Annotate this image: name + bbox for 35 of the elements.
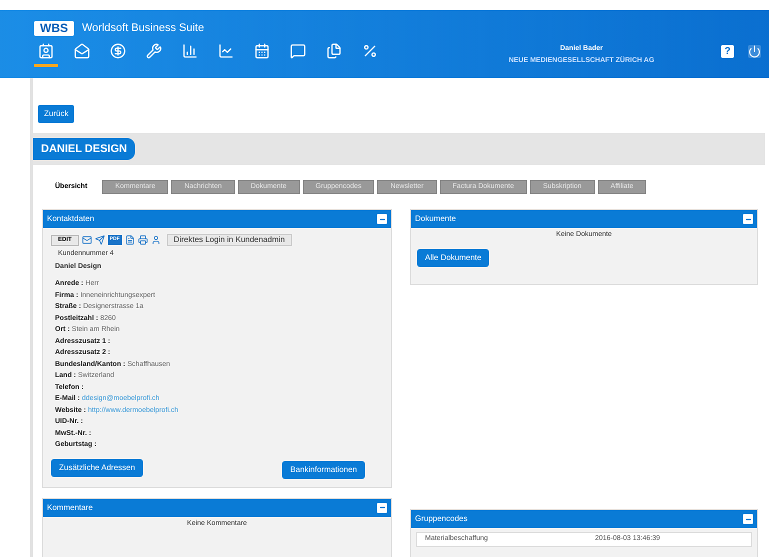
line-chart-icon	[218, 42, 234, 58]
bank-info-button[interactable]: Bankinformationen	[282, 460, 365, 478]
envelope-icon	[74, 42, 90, 58]
contact-card-icon	[38, 42, 54, 58]
collapse-button[interactable]	[743, 214, 753, 224]
help-button[interactable]: ?	[721, 44, 734, 58]
person-icon[interactable]	[150, 235, 161, 245]
login-button[interactable]: Direktes Login in Kundenadmin	[166, 234, 292, 246]
back-button[interactable]: Zurück	[38, 105, 74, 123]
printer-icon[interactable]	[138, 235, 148, 245]
all-documents-button[interactable]: Alle Dokumente	[417, 248, 490, 266]
collapse-button[interactable]	[377, 214, 387, 224]
mail-icon[interactable]	[82, 235, 92, 245]
bar-chart-icon	[182, 42, 198, 58]
coin-icon	[110, 42, 126, 58]
collapse-button[interactable]	[377, 502, 387, 512]
percent-icon	[362, 42, 378, 58]
wrench-icon	[146, 42, 162, 58]
document-icon[interactable]	[124, 235, 135, 245]
page-title: DANIEL DESIGN	[33, 138, 135, 160]
panel-title: Gruppencodes	[415, 513, 468, 525]
panel-title: Kommentare	[47, 502, 93, 514]
logo: WBS	[34, 20, 74, 36]
app-title: Worldsoft Business Suite	[82, 21, 204, 36]
power-icon[interactable]	[748, 44, 761, 58]
calendar-icon	[254, 42, 270, 58]
additional-addresses-button[interactable]: Zusätzliche Adressen	[51, 458, 144, 476]
send-icon[interactable]	[94, 235, 105, 245]
nav-button[interactable]	[34, 42, 58, 66]
minus-icon	[378, 504, 386, 511]
panel-title: Kontaktdaten	[47, 213, 94, 225]
collapse-button[interactable]	[743, 514, 753, 524]
files-icon	[326, 42, 342, 58]
panel-title: Dokumente	[415, 213, 456, 225]
message-icon	[290, 42, 306, 58]
